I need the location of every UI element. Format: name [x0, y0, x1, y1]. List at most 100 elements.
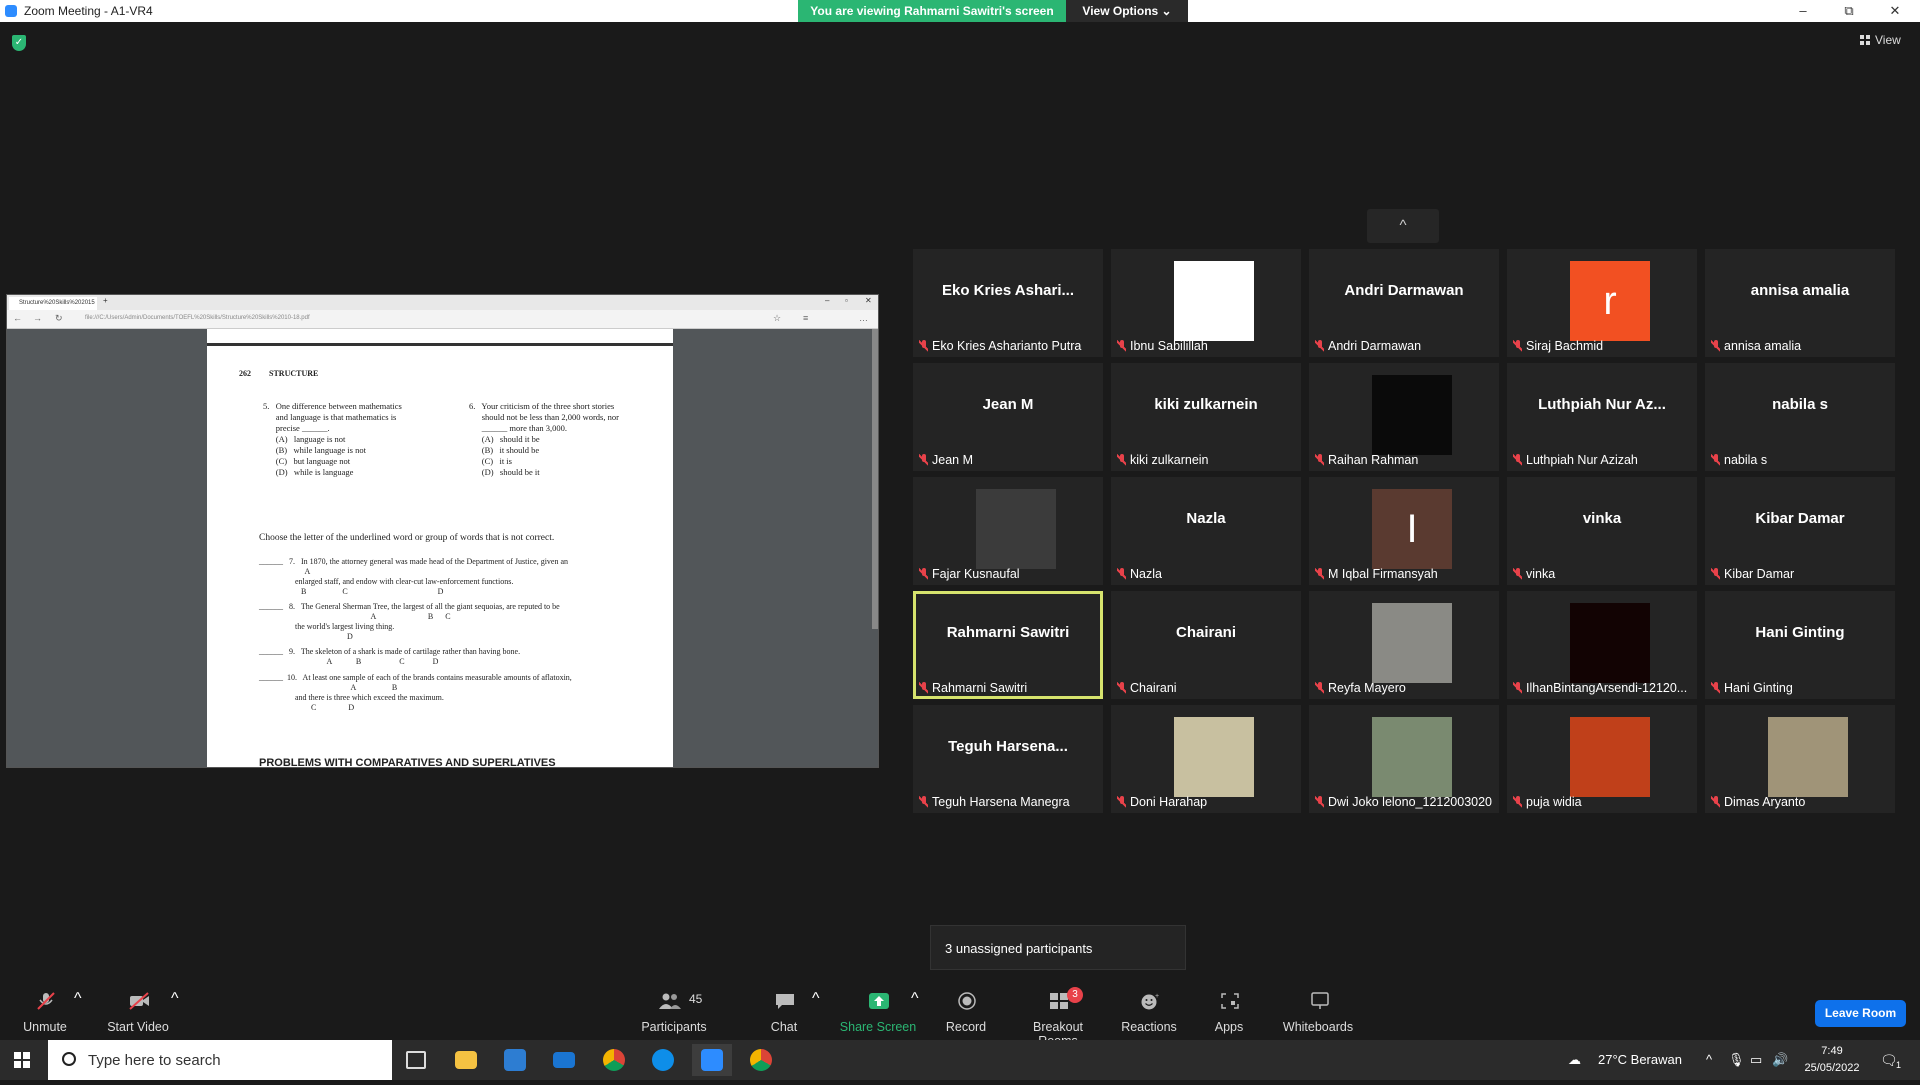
participant-name-label: Ibnu Sabilillah [1117, 339, 1208, 353]
muted-mic-icon [1513, 682, 1522, 694]
participant-tile[interactable]: Raihan Rahman [1309, 363, 1499, 471]
participant-tile[interactable]: Dwi Joko lelono_1212003020 [1309, 705, 1499, 813]
pdf-scrollbar[interactable] [872, 329, 878, 629]
reactions-button[interactable]: + Reactions [1104, 978, 1194, 1039]
participant-tile[interactable]: Eko Kries Ashari... Eko Kries Asharianto … [913, 249, 1103, 357]
share-options-caret-icon[interactable]: ^ [911, 990, 919, 1008]
chat-options-caret-icon[interactable]: ^ [812, 990, 820, 1008]
browser-minimize-icon[interactable]: – [825, 296, 829, 305]
participant-tile[interactable]: Nazla Nazla [1111, 477, 1301, 585]
apps-label: Apps [1214, 1020, 1244, 1034]
leave-room-button[interactable]: Leave Room [1815, 1000, 1906, 1027]
participant-name: Siraj Bachmid [1526, 339, 1604, 353]
svg-text:+: + [1155, 993, 1159, 1000]
muted-mic-icon [37, 992, 55, 1010]
task-view-icon[interactable] [396, 1044, 436, 1076]
start-video-label: Start Video [107, 1020, 169, 1034]
participant-name: Dwi Joko lelono_1212003020 [1328, 795, 1493, 809]
participant-tile[interactable]: Jean M Jean M [913, 363, 1103, 471]
participant-name-label: Doni Harahap [1117, 795, 1207, 809]
participant-video [1372, 375, 1452, 455]
participant-tile[interactable]: IlhanBintangArsendi-12120... [1507, 591, 1697, 699]
weather-icon[interactable]: ☁ [1568, 1040, 1581, 1080]
participant-tile[interactable]: IM Iqbal Firmansyah [1309, 477, 1499, 585]
microphone-icon[interactable]: 🎙 [1728, 1040, 1745, 1080]
url-field[interactable]: file:///C:/Users/Admin/Documents/TOEFL%2… [85, 315, 310, 321]
teamviewer-icon[interactable] [643, 1044, 683, 1076]
participant-name-label: Dwi Joko lelono_1212003020 [1315, 795, 1492, 809]
whiteboards-label: Whiteboards [1282, 1020, 1354, 1034]
participant-name: Dimas Aryanto [1724, 795, 1806, 809]
participant-tile[interactable]: Fajar Kusnaufal [913, 477, 1103, 585]
taskbar-clock[interactable]: 7:49 25/05/2022 [1800, 1043, 1864, 1077]
security-shield-icon[interactable]: ✓ [12, 35, 26, 51]
microsoft-store-icon[interactable] [495, 1044, 535, 1076]
gallery-up-arrow[interactable]: ^ [1367, 209, 1439, 243]
unmute-button[interactable]: Unmute [0, 978, 90, 1039]
whiteboards-button[interactable]: Whiteboards [1274, 978, 1362, 1039]
close-button[interactable]: ✕ [1872, 0, 1918, 22]
chrome-profile-icon[interactable] [741, 1044, 781, 1076]
participant-tile[interactable]: Teguh Harsena... Teguh Harsena Manegra [913, 705, 1103, 813]
participant-tile[interactable]: kiki zulkarnein kiki zulkarnein [1111, 363, 1301, 471]
taskbar-search[interactable]: Type here to search [48, 1040, 392, 1080]
volume-icon[interactable]: 🔊 [1772, 1040, 1788, 1080]
participant-tile[interactable]: Reyfa Mayero [1309, 591, 1499, 699]
chat-button[interactable]: Chat [739, 978, 829, 1039]
share-screen-button[interactable]: Share Screen [833, 978, 923, 1039]
participant-tile[interactable]: r Siraj Bachmid [1507, 249, 1697, 357]
more-icon[interactable]: … [859, 313, 868, 323]
participant-tile[interactable]: nabila s nabila s [1705, 363, 1895, 471]
chrome-icon[interactable] [594, 1044, 634, 1076]
participant-tile[interactable]: Kibar Damar Kibar Damar [1705, 477, 1895, 585]
forward-icon[interactable]: → [33, 313, 42, 323]
participant-tile[interactable]: Chairani Chairani [1111, 591, 1301, 699]
network-icon[interactable]: ▭ [1750, 1040, 1762, 1080]
grid-icon [1860, 35, 1870, 45]
participant-tile[interactable]: puja widia [1507, 705, 1697, 813]
favorite-icon[interactable]: ☆ [773, 313, 781, 324]
new-tab-icon[interactable]: + [103, 296, 108, 305]
zoom-taskbar-icon[interactable] [692, 1044, 732, 1076]
view-options-button[interactable]: View Options ⌄ [1066, 0, 1188, 22]
participant-tile[interactable]: vinka vinka [1507, 477, 1697, 585]
participant-tile[interactable]: Andri Darmawan Andri Darmawan [1309, 249, 1499, 357]
participant-name: Reyfa Mayero [1328, 681, 1406, 695]
participant-name: M Iqbal Firmansyah [1328, 567, 1438, 581]
apps-button[interactable]: Apps [1184, 978, 1274, 1039]
unassigned-participants-notice[interactable]: 3 unassigned participants [930, 925, 1186, 970]
participants-button[interactable]: 45 Participants [629, 978, 719, 1039]
shared-screen[interactable]: Structure%20Skills%202015 + – ▫ ✕ ← → ↻ … [6, 294, 879, 769]
pdf-viewer[interactable]: 262 STRUCTURE 5. One difference between … [7, 329, 878, 769]
participant-tile[interactable]: Luthpiah Nur Az... Luthpiah Nur Azizah [1507, 363, 1697, 471]
question-6: 6. Your criticism of the three short sto… [469, 401, 619, 477]
browser-tab[interactable]: Structure%20Skills%202015 [9, 297, 97, 310]
back-icon[interactable]: ← [13, 313, 22, 323]
audio-options-caret-icon[interactable]: ^ [74, 990, 82, 1008]
record-button[interactable]: Record [921, 978, 1011, 1039]
participant-name-label: Dimas Aryanto [1711, 795, 1805, 809]
participant-tile[interactable]: Doni Harahap [1111, 705, 1301, 813]
windows-start-icon[interactable] [14, 1052, 30, 1068]
weather-text[interactable]: 27°C Berawan [1598, 1040, 1682, 1080]
record-label: Record [945, 1020, 987, 1034]
participant-tile[interactable]: Ibnu Sabilillah [1111, 249, 1301, 357]
minimize-button[interactable]: – [1780, 0, 1826, 22]
start-video-button[interactable]: Start Video [93, 978, 183, 1039]
browser-restore-icon[interactable]: ▫ [845, 296, 848, 305]
restore-button[interactable]: ⧉ [1826, 0, 1872, 22]
view-button[interactable]: View [1860, 33, 1901, 47]
reload-icon[interactable]: ↻ [55, 313, 63, 324]
tray-chevron-icon[interactable]: ^ [1706, 1040, 1712, 1080]
mail-icon[interactable] [544, 1044, 584, 1076]
video-options-caret-icon[interactable]: ^ [171, 990, 179, 1008]
participant-tile[interactable]: Rahmarni Sawitri Rahmarni Sawitri [913, 591, 1103, 699]
participant-tile[interactable]: Dimas Aryanto [1705, 705, 1895, 813]
browser-close-icon[interactable]: ✕ [865, 296, 872, 305]
participant-tile[interactable]: Hani Ginting Hani Ginting [1705, 591, 1895, 699]
file-explorer-icon[interactable] [446, 1044, 486, 1076]
breakout-rooms-button[interactable]: 3 Breakout Rooms [1013, 978, 1103, 1048]
participant-video [1174, 717, 1254, 797]
reading-list-icon[interactable]: ≡ [803, 313, 808, 323]
participant-tile[interactable]: annisa amalia annisa amalia [1705, 249, 1895, 357]
